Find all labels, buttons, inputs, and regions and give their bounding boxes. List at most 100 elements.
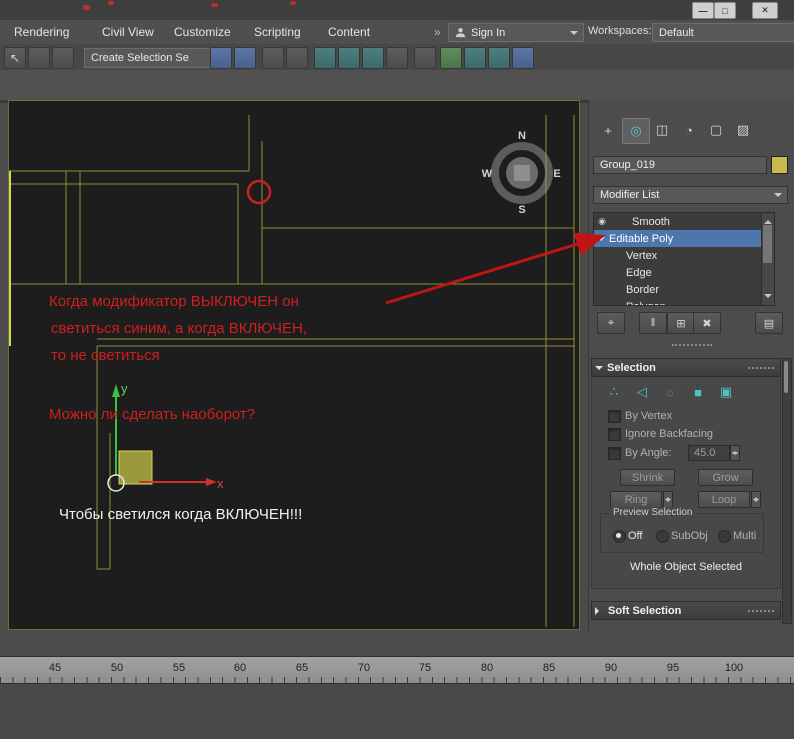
remove-modifier-icon[interactable]: ✖ xyxy=(693,312,721,334)
activeshade-icon[interactable] xyxy=(512,47,534,69)
title-bar[interactable]: — □ ✕ xyxy=(0,0,794,21)
stack-row-edge[interactable]: Edge xyxy=(594,264,774,281)
material-editor-icon[interactable] xyxy=(386,47,408,69)
timeline-ruler[interactable]: 45 50 55 60 65 70 75 80 85 90 95 100 xyxy=(0,656,794,684)
stack-row-editable-poly[interactable]: Editable Poly xyxy=(594,230,774,247)
show-end-result-icon[interactable]: ‖ xyxy=(639,312,667,334)
panel-scrollbar[interactable] xyxy=(782,358,792,624)
by-angle-label: By Angle: xyxy=(625,447,671,459)
layer-explorer-icon[interactable] xyxy=(262,47,284,69)
configure-modifier-sets-icon[interactable]: ▤ xyxy=(755,312,783,334)
vertex-subobject-icon[interactable]: ∴ xyxy=(602,383,626,401)
menu-content[interactable]: Content xyxy=(322,20,376,44)
schematic-view-icon[interactable] xyxy=(362,47,384,69)
modifier-enable-icon[interactable]: ◉ xyxy=(594,216,610,227)
maximize-button[interactable]: □ xyxy=(714,2,736,19)
tab-motion-icon[interactable]: ◔ xyxy=(676,118,702,142)
workspaces-dropdown[interactable]: Default xyxy=(652,23,794,42)
object-color-swatch[interactable] xyxy=(771,156,788,174)
element-subobject-icon[interactable]: ▣ xyxy=(714,383,738,401)
tab-hierarchy-icon[interactable]: ◫ xyxy=(649,118,675,142)
timeline-tick: 95 xyxy=(667,662,679,674)
selection-region-icon[interactable] xyxy=(52,47,74,69)
select-object-icon[interactable]: ↖ xyxy=(4,47,26,69)
preview-subobj-label: SubObj xyxy=(671,530,708,542)
loop-spinner[interactable] xyxy=(751,491,761,508)
shrink-button[interactable]: Shrink xyxy=(620,469,675,486)
stack-row-label: Edge xyxy=(626,267,652,279)
preview-subobj-radio[interactable] xyxy=(656,530,669,543)
angle-spinner[interactable] xyxy=(730,445,740,461)
polygon-subobject-icon[interactable]: ■ xyxy=(686,383,710,401)
render-production-icon[interactable] xyxy=(464,47,486,69)
border-subobject-icon[interactable]: ◌ xyxy=(658,383,682,401)
selection-rollout-header[interactable]: Selection xyxy=(591,358,781,377)
scroll-down-icon[interactable] xyxy=(764,294,772,302)
edge-subobject-icon[interactable]: ◁ xyxy=(630,383,654,401)
by-angle-checkbox[interactable] xyxy=(608,447,621,460)
menu-civil-view[interactable]: Civil View xyxy=(96,20,160,44)
ring-button[interactable]: Ring xyxy=(610,491,662,508)
panel-grip[interactable] xyxy=(672,344,712,346)
annotation-red-line3: то не светиться xyxy=(51,347,160,364)
curve-editor-icon[interactable] xyxy=(338,47,360,69)
tab-create-icon[interactable]: + xyxy=(595,118,621,142)
make-unique-icon[interactable]: ⊞ xyxy=(667,312,695,334)
expand-icon[interactable] xyxy=(597,237,605,245)
by-vertex-checkbox[interactable] xyxy=(608,410,621,423)
loop-button[interactable]: Loop xyxy=(698,491,750,508)
select-by-name-icon[interactable] xyxy=(28,47,50,69)
sign-in-dropdown[interactable]: Sign In xyxy=(448,23,584,42)
scene-explorer-icon[interactable] xyxy=(286,47,308,69)
tab-display-icon[interactable]: ▢ xyxy=(703,118,729,142)
modifier-list-dropdown[interactable]: Modifier List xyxy=(593,186,788,204)
viewport-top[interactable]: y x N W E S Когда модификатор ВЫКЛЮЧЕН о… xyxy=(8,100,580,630)
main-toolbar: ↖ Create Selection Se xyxy=(0,44,794,71)
ignore-backfacing-checkbox[interactable] xyxy=(608,428,621,441)
preview-off-radio[interactable] xyxy=(613,530,626,543)
render-iterative-icon[interactable] xyxy=(488,47,510,69)
preview-multi-label: Multi xyxy=(733,530,756,542)
named-selection-sets-dropdown[interactable]: Create Selection Se xyxy=(84,48,226,68)
stack-scrollbar[interactable] xyxy=(761,213,774,305)
menu-customize[interactable]: Customize xyxy=(168,20,237,44)
viewport-drawing: y x N W E S xyxy=(9,101,579,629)
viewport-compass[interactable]: N W E S xyxy=(482,130,561,216)
stack-row-border[interactable]: Border xyxy=(594,281,774,298)
selection-rollout-body: ∴ ◁ ◌ ■ ▣ By Vertex Ignore Backfacing By… xyxy=(591,377,781,589)
scroll-thumb[interactable] xyxy=(763,225,772,263)
wireframe-walls xyxy=(9,115,575,627)
grow-button[interactable]: Grow xyxy=(698,469,753,486)
object-name-field[interactable]: Group_019 xyxy=(593,156,767,174)
stack-row-polygon[interactable]: Polygon xyxy=(594,298,774,306)
scroll-up-icon[interactable] xyxy=(764,216,772,224)
rendered-frame-window-icon[interactable] xyxy=(440,47,462,69)
menu-rendering[interactable]: Rendering xyxy=(8,20,75,44)
menu-overflow-chevron[interactable]: » xyxy=(428,20,447,44)
stack-row-vertex[interactable]: Vertex xyxy=(594,247,774,264)
rollout-grip xyxy=(748,367,774,369)
timeline-tick: 70 xyxy=(358,662,370,674)
align-icon[interactable] xyxy=(234,47,256,69)
ribbon-toggle-icon[interactable] xyxy=(314,47,336,69)
selection-status-text: Whole Object Selected xyxy=(592,561,780,573)
soft-selection-title: Soft Selection xyxy=(608,605,681,617)
tab-modify-icon[interactable]: ◎ xyxy=(622,118,650,144)
soft-selection-rollout-header[interactable]: Soft Selection xyxy=(591,601,781,620)
axis-y-label: y xyxy=(121,381,128,396)
tab-utilities-icon[interactable]: ▨ xyxy=(730,118,756,142)
minimize-button[interactable]: — xyxy=(692,2,714,19)
stack-row-label: Editable Poly xyxy=(609,233,673,245)
angle-value-field[interactable]: 45.0 xyxy=(688,445,730,461)
mirror-icon[interactable] xyxy=(210,47,232,69)
pin-stack-icon[interactable]: ⌖ xyxy=(597,312,625,334)
menu-scripting[interactable]: Scripting xyxy=(248,20,307,44)
panel-scroll-thumb[interactable] xyxy=(784,361,788,393)
stack-row-smooth[interactable]: ◉ Smooth xyxy=(594,213,774,230)
render-setup-icon[interactable] xyxy=(414,47,436,69)
selected-object[interactable] xyxy=(119,451,152,484)
close-button[interactable]: ✕ xyxy=(752,2,778,19)
preview-multi-radio[interactable] xyxy=(718,530,731,543)
compass-west-label: W xyxy=(482,168,493,180)
ring-spinner[interactable] xyxy=(663,491,673,508)
